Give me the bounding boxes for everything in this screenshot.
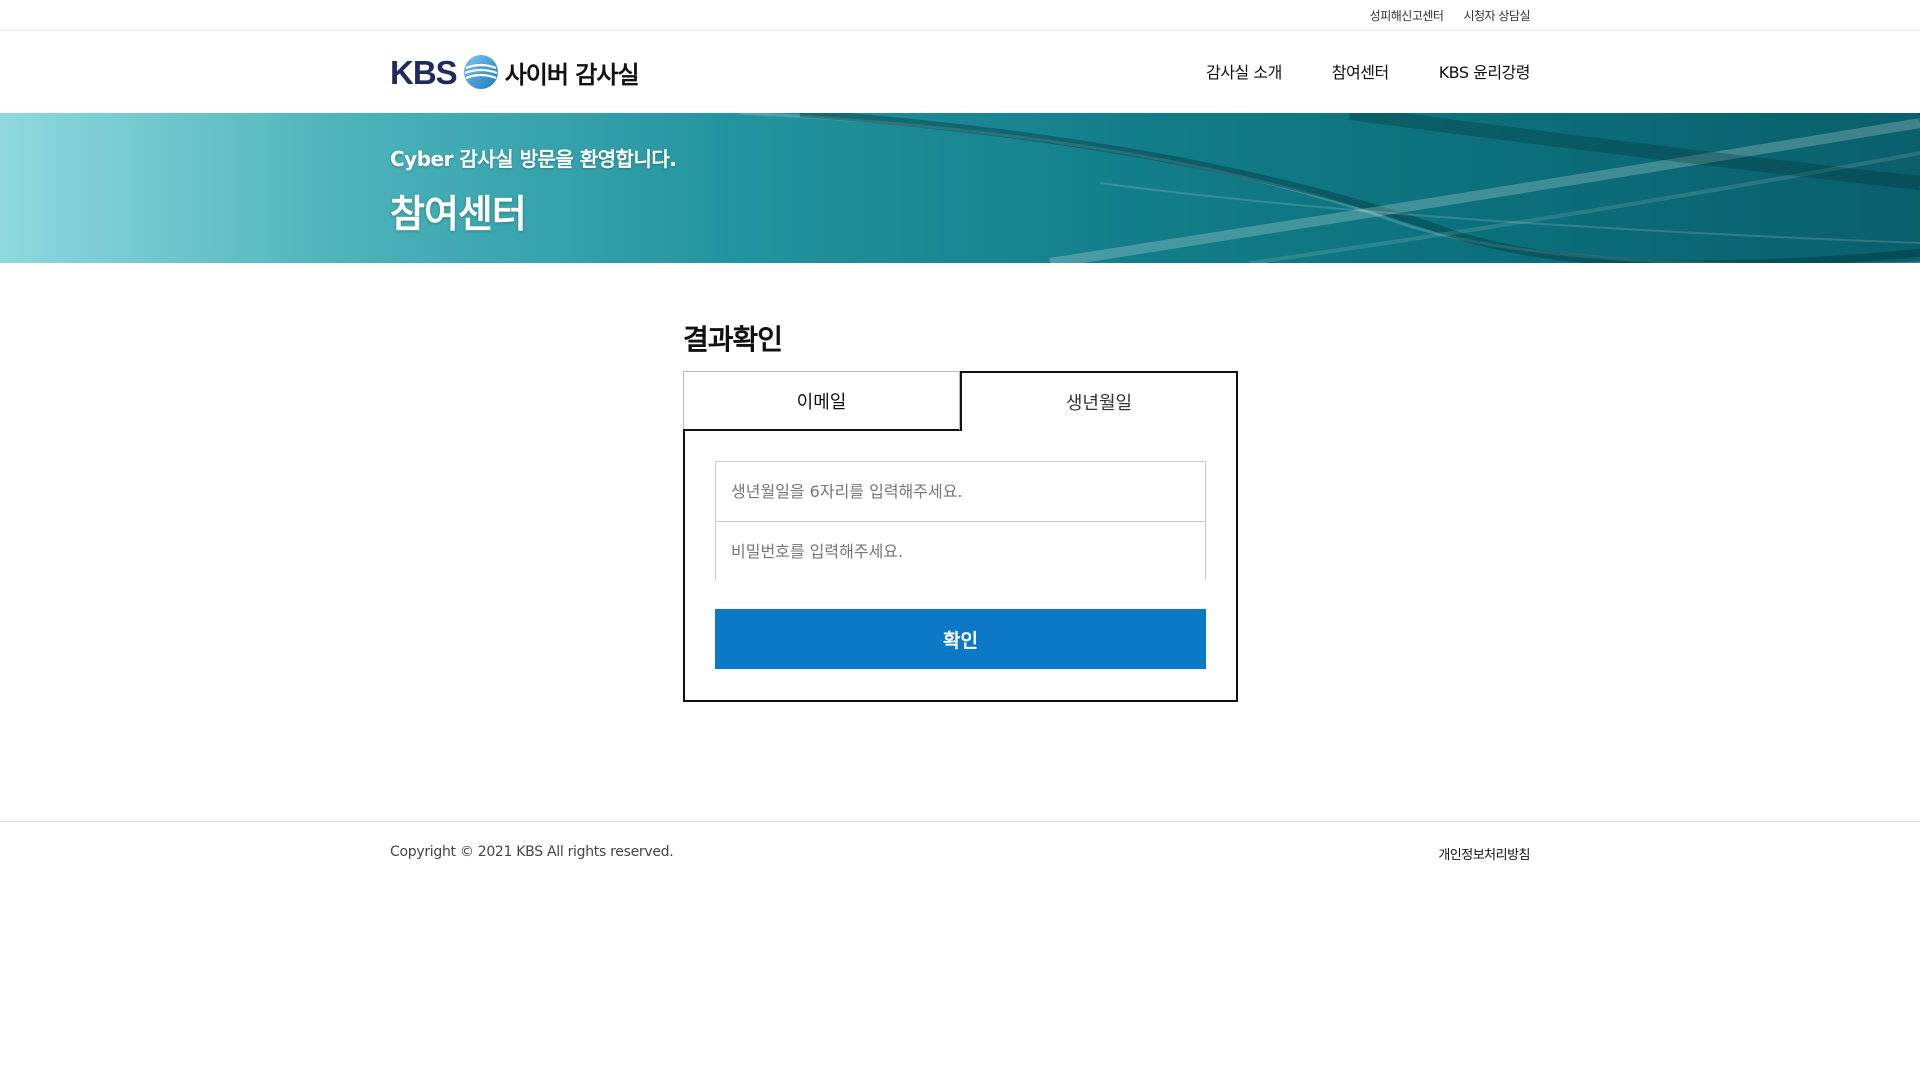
nav-item-ethics[interactable]: KBS 윤리강령 <box>1439 59 1531 83</box>
verify-form-panel: 확인 <box>683 429 1238 702</box>
site-logo[interactable]: KBS 사이버 감사실 <box>390 53 640 91</box>
tab-birthdate[interactable]: 생년월일 <box>960 371 1238 431</box>
tab-email[interactable]: 이메일 <box>683 371 960 431</box>
logo-title: 사이버 감사실 <box>504 60 640 89</box>
copyright-text: Copyright © 2021 KBS All rights reserved… <box>390 844 674 860</box>
utility-links: 성피해신고센터 시청자 상담실 <box>1370 7 1531 24</box>
util-link-report-center[interactable]: 성피해신고센터 <box>1370 7 1444 24</box>
footer: Copyright © 2021 KBS All rights reserved… <box>0 821 1920 881</box>
hero-title: 참여센터 <box>390 192 527 236</box>
hero-subtitle: Cyber 감사실 방문을 환영합니다. <box>390 147 677 171</box>
birthdate-input[interactable] <box>716 462 1205 521</box>
verify-tabs: 이메일 생년월일 <box>683 371 1238 431</box>
password-input[interactable] <box>716 521 1205 580</box>
page-title: 결과확인 <box>683 323 783 356</box>
input-group <box>715 461 1206 580</box>
util-link-viewer-counsel[interactable]: 시청자 상담실 <box>1463 7 1530 24</box>
utility-bar: 성피해신고센터 시청자 상담실 <box>0 0 1920 31</box>
kbs-globe-icon <box>463 55 498 89</box>
main-nav: 감사실 소개 참여센터 KBS 윤리강령 <box>1206 59 1530 83</box>
nav-item-participation[interactable]: 참여센터 <box>1332 59 1389 83</box>
hero-wave-decoration <box>739 113 1920 263</box>
confirm-button[interactable]: 확인 <box>715 609 1206 669</box>
header: KBS 사이버 감사실 감사실 소개 참여센터 KBS 윤리강령 <box>0 31 1920 113</box>
hero-banner: Cyber 감사실 방문을 환영합니다. 참여센터 <box>0 113 1920 263</box>
privacy-policy-link[interactable]: 개인정보처리방침 <box>1438 844 1530 863</box>
nav-item-about[interactable]: 감사실 소개 <box>1206 59 1282 83</box>
kbs-logo-text: KBS <box>390 53 458 91</box>
